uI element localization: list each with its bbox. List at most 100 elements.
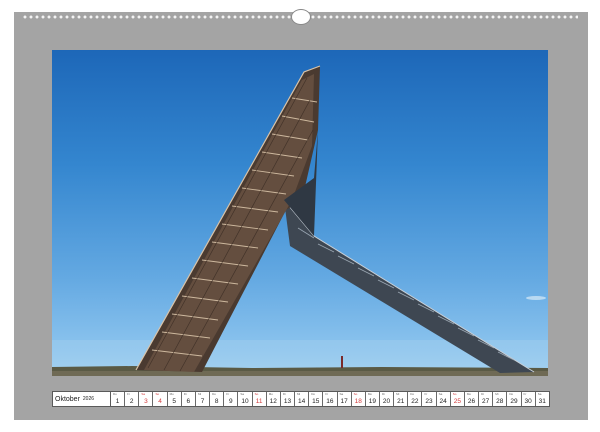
day-number: 5 — [172, 398, 177, 405]
tower-illustration — [52, 65, 548, 376]
day-cell: Mo 12 — [267, 392, 281, 406]
day-number: 25 — [453, 398, 461, 405]
weekday-label: So — [155, 392, 160, 396]
day-cell: Do 15 — [309, 392, 324, 406]
day-cell: Sa 10 — [238, 392, 253, 406]
day-number: 6 — [186, 398, 191, 405]
weekday-label: Di — [183, 392, 187, 396]
day-cell: Do 1 — [111, 392, 126, 406]
weekday-label: Fr — [127, 392, 130, 396]
day-number: 12 — [269, 398, 277, 405]
weekday-label: Mi — [197, 392, 202, 396]
weekday-label: Sa — [438, 392, 443, 396]
month-label-cell: Oktober 2026 — [53, 392, 111, 406]
year-label: 2026 — [82, 396, 95, 402]
weekday-label: Sa — [240, 392, 245, 396]
day-number: 30 — [524, 398, 532, 405]
day-cell: Di 20 — [380, 392, 395, 406]
day-cell: Do 22 — [408, 392, 423, 406]
day-cell: Sa 3 — [139, 392, 154, 406]
day-number: 3 — [144, 398, 148, 405]
weekday-label: Do — [212, 392, 216, 396]
calendar-date-strip: Oktober 2026 Do 1 Fr 2 Sa 3 So 4 Mo 5 Di 6 Mi 7 Do 8 Fr 9… — [52, 391, 550, 407]
day-number: 10 — [241, 398, 249, 405]
weekday-label: Fr — [424, 392, 428, 396]
day-cell: Mi 21 — [394, 392, 409, 406]
day-number: 31 — [538, 398, 546, 405]
day-number: 1 — [115, 398, 120, 405]
day-cell: Do 29 — [507, 392, 522, 406]
day-cell: Sa 24 — [437, 392, 451, 406]
day-number: 15 — [312, 398, 320, 405]
day-number: 29 — [510, 398, 518, 405]
day-number: 2 — [129, 398, 134, 405]
day-cell: Di 13 — [281, 392, 296, 406]
day-number: 20 — [382, 398, 391, 405]
weekday-label: Do — [311, 392, 316, 396]
day-number: 4 — [158, 398, 162, 405]
weekday-label: Di — [381, 392, 385, 396]
day-cell: Sa 31 — [536, 392, 549, 406]
weekday-label: Mo — [268, 392, 273, 396]
weekday-label: Sa — [339, 392, 344, 396]
day-number: 22 — [411, 398, 419, 405]
day-number: 11 — [255, 398, 263, 405]
day-number: 8 — [214, 398, 219, 405]
weekday-label: Di — [282, 392, 286, 396]
day-cell: So 18 — [352, 392, 366, 406]
day-number: 19 — [368, 398, 376, 405]
weekday-label: Do — [113, 392, 117, 396]
weekday-label: So — [254, 392, 259, 396]
day-cell: So 25 — [451, 392, 465, 406]
day-number: 18 — [354, 398, 362, 405]
day-number: 16 — [326, 398, 334, 405]
day-number: 26 — [467, 398, 476, 405]
day-number: 21 — [397, 398, 405, 405]
weekday-label: Mi — [495, 392, 499, 396]
day-cell: Mo 26 — [465, 392, 480, 406]
weekday-label: Mi — [297, 392, 301, 396]
weekday-label: Mo — [466, 392, 472, 396]
day-cell: Mo 5 — [168, 392, 182, 406]
day-cell: So 11 — [253, 392, 267, 406]
weekday-label: Do — [410, 392, 415, 396]
month-name: Oktober — [55, 395, 80, 403]
day-cell: Di 6 — [182, 392, 196, 406]
day-cell: Fr 16 — [323, 392, 338, 406]
calendar-photo — [52, 50, 548, 376]
day-cell: Fr 9 — [224, 392, 239, 406]
day-number: 23 — [425, 398, 433, 405]
weekday-label: So — [452, 392, 457, 396]
day-cell: Fr 30 — [522, 392, 536, 406]
weekday-label: Sa — [141, 392, 145, 396]
distant-mast — [341, 356, 343, 368]
day-cells: Do 1 Fr 2 Sa 3 So 4 Mo 5 Di 6 Mi 7 Do 8 Fr 9 Sa 10 So 11 Mo 12 D… — [111, 392, 549, 406]
day-number: 27 — [482, 398, 490, 405]
day-number: 24 — [439, 398, 447, 405]
hanging-hole — [291, 9, 311, 25]
weekday-label: Fr — [325, 392, 329, 396]
day-cell: Fr 2 — [125, 392, 140, 406]
day-number: 28 — [496, 398, 504, 405]
day-cell: Mi 28 — [493, 392, 508, 406]
day-cell: Mo 19 — [366, 392, 380, 406]
weekday-label: Fr — [226, 392, 230, 396]
day-cell: Mi 7 — [196, 392, 211, 406]
day-cell: Fr 23 — [422, 392, 437, 406]
day-cell: Sa 17 — [338, 392, 352, 406]
weekday-label: Mo — [169, 392, 174, 396]
weekday-label: So — [353, 392, 358, 396]
day-number: 17 — [340, 398, 348, 405]
day-cell: So 4 — [153, 392, 168, 406]
day-cell: Mi 14 — [295, 392, 310, 406]
weekday-label: Mi — [396, 392, 400, 396]
day-cell: Do 8 — [210, 392, 225, 406]
weekday-label: Mo — [367, 392, 372, 396]
cloud — [526, 296, 546, 300]
weekday-label: Sa — [537, 392, 542, 396]
day-cell: Di 27 — [479, 392, 494, 406]
day-number: 9 — [229, 398, 233, 405]
day-number: 7 — [200, 398, 205, 405]
weekday-label: Fr — [523, 392, 527, 396]
day-number: 14 — [297, 398, 306, 405]
